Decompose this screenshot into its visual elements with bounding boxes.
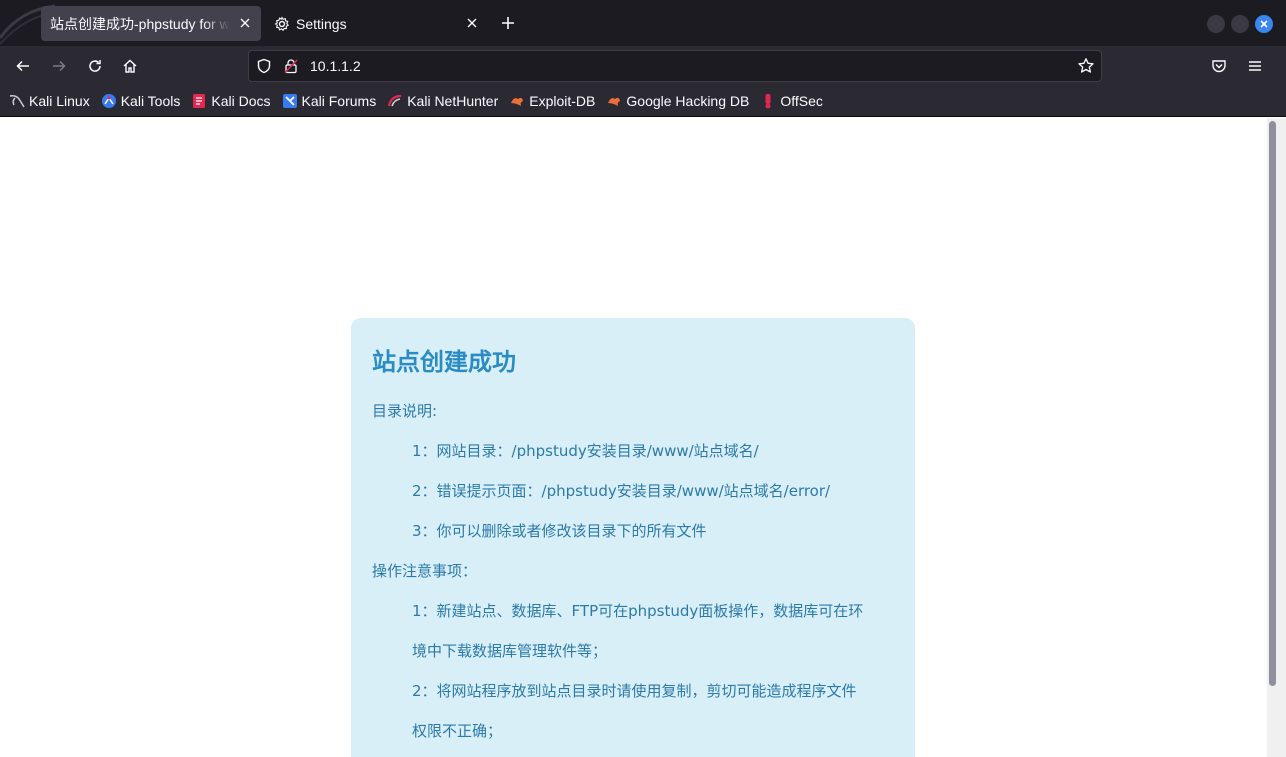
close-icon[interactable] — [237, 15, 253, 31]
arrow-left-icon — [16, 60, 29, 72]
bookmark-google-hacking-db[interactable]: Google Hacking DB — [606, 93, 749, 109]
tab-strip: 站点创建成功-phpstudy for windows Settings — [0, 0, 1286, 46]
operations-item: 1：新建站点、数据库、FTP可在phpstudy面板操作，数据库可在环 — [412, 602, 864, 620]
address-bar[interactable]: 10.1.1.2 — [248, 50, 1102, 82]
forward-button[interactable] — [47, 54, 71, 78]
shield-icon[interactable] — [256, 58, 272, 79]
bookmark-label: OffSec — [780, 93, 823, 109]
tab-title: Settings — [296, 15, 347, 32]
exploit-db-icon — [509, 93, 525, 109]
gear-icon — [274, 15, 290, 32]
navigation-toolbar: 10.1.1.2 — [0, 46, 1286, 86]
reload-icon — [89, 60, 101, 72]
kali-docs-icon — [191, 93, 207, 109]
tab-title: 站点创建成功-phpstudy for windows — [50, 15, 230, 32]
close-icon[interactable] — [464, 15, 480, 31]
ghdb-icon — [606, 93, 622, 109]
bookmark-label: Exploit-DB — [529, 93, 596, 109]
offsec-icon — [760, 93, 776, 109]
directory-item: 3：你可以删除或者修改该目录下的所有文件 — [412, 522, 707, 540]
pocket-button[interactable] — [1207, 54, 1231, 78]
success-card: 站点创建成功 目录说明: 1：网站目录：/phpstudy安装目录/www/站点… — [351, 318, 915, 757]
menu-button[interactable] — [1243, 54, 1267, 78]
scrollbar-thumb[interactable] — [1269, 121, 1276, 686]
kali-forums-icon — [282, 93, 298, 109]
window-close-button[interactable] — [1255, 15, 1273, 33]
bookmark-kali-tools[interactable]: Kali Tools — [101, 93, 181, 109]
directory-section-title: 目录说明: — [372, 402, 438, 420]
new-tab-button[interactable] — [497, 12, 519, 34]
bookmark-star-icon[interactable] — [1077, 57, 1095, 80]
home-icon — [123, 59, 137, 73]
nethunter-icon — [387, 93, 403, 109]
bookmark-label: Kali Docs — [211, 93, 271, 109]
hamburger-menu-icon — [1249, 61, 1261, 71]
bookmark-kali-docs[interactable]: Kali Docs — [191, 93, 271, 109]
bookmark-label: Kali Linux — [29, 93, 90, 109]
directory-item: 2：错误提示页面：/phpstudy安装目录/www/站点域名/error/ — [412, 482, 831, 500]
pocket-icon — [1212, 60, 1226, 73]
bookmark-kali-forums[interactable]: Kali Forums — [282, 93, 377, 109]
minimize-button[interactable] — [1207, 15, 1225, 33]
bookmark-offsec[interactable]: OffSec — [760, 93, 823, 109]
maximize-button[interactable] — [1231, 15, 1249, 33]
tab-phpstudy[interactable]: 站点创建成功-phpstudy for windows — [41, 6, 261, 41]
reload-button[interactable] — [83, 54, 107, 78]
arrow-right-icon — [53, 60, 66, 72]
tab-settings[interactable]: Settings — [266, 6, 488, 41]
insecure-lock-icon[interactable] — [283, 58, 299, 79]
bookmark-exploit-db[interactable]: Exploit-DB — [509, 93, 595, 109]
bookmark-label: Kali Tools — [120, 93, 181, 109]
url-text[interactable]: 10.1.1.2 — [310, 58, 361, 74]
bookmark-kali-nethunter[interactable]: Kali NetHunter — [387, 93, 498, 109]
bookmarks-toolbar: Kali Linux Kali Tools Kali Docs Kali For… — [0, 86, 1286, 117]
kali-dragon-icon — [9, 93, 25, 109]
bookmark-label: Kali NetHunter — [407, 93, 499, 109]
operations-item: 2：将网站程序放到站点目录时请使用复制，剪切可能造成程序文件 — [412, 682, 857, 700]
operations-section-title: 操作注意事项： — [372, 562, 478, 580]
page-viewport: 站点创建成功 目录说明: 1：网站目录：/phpstudy安装目录/www/站点… — [0, 118, 1267, 757]
page-heading: 站点创建成功 — [372, 348, 516, 376]
bookmark-label: Kali Forums — [301, 93, 377, 109]
kali-tools-icon — [101, 93, 117, 109]
bookmark-label: Google Hacking DB — [626, 93, 750, 109]
operations-item: 权限不正确； — [412, 722, 503, 740]
directory-item: 1：网站目录：/phpstudy安装目录/www/站点域名/ — [412, 442, 759, 460]
home-button[interactable] — [118, 54, 142, 78]
back-button[interactable] — [11, 54, 35, 78]
vertical-scrollbar[interactable] — [1267, 118, 1286, 757]
bookmark-kali-linux[interactable]: Kali Linux — [9, 93, 90, 109]
operations-item: 境中下载数据库管理软件等； — [412, 642, 608, 660]
